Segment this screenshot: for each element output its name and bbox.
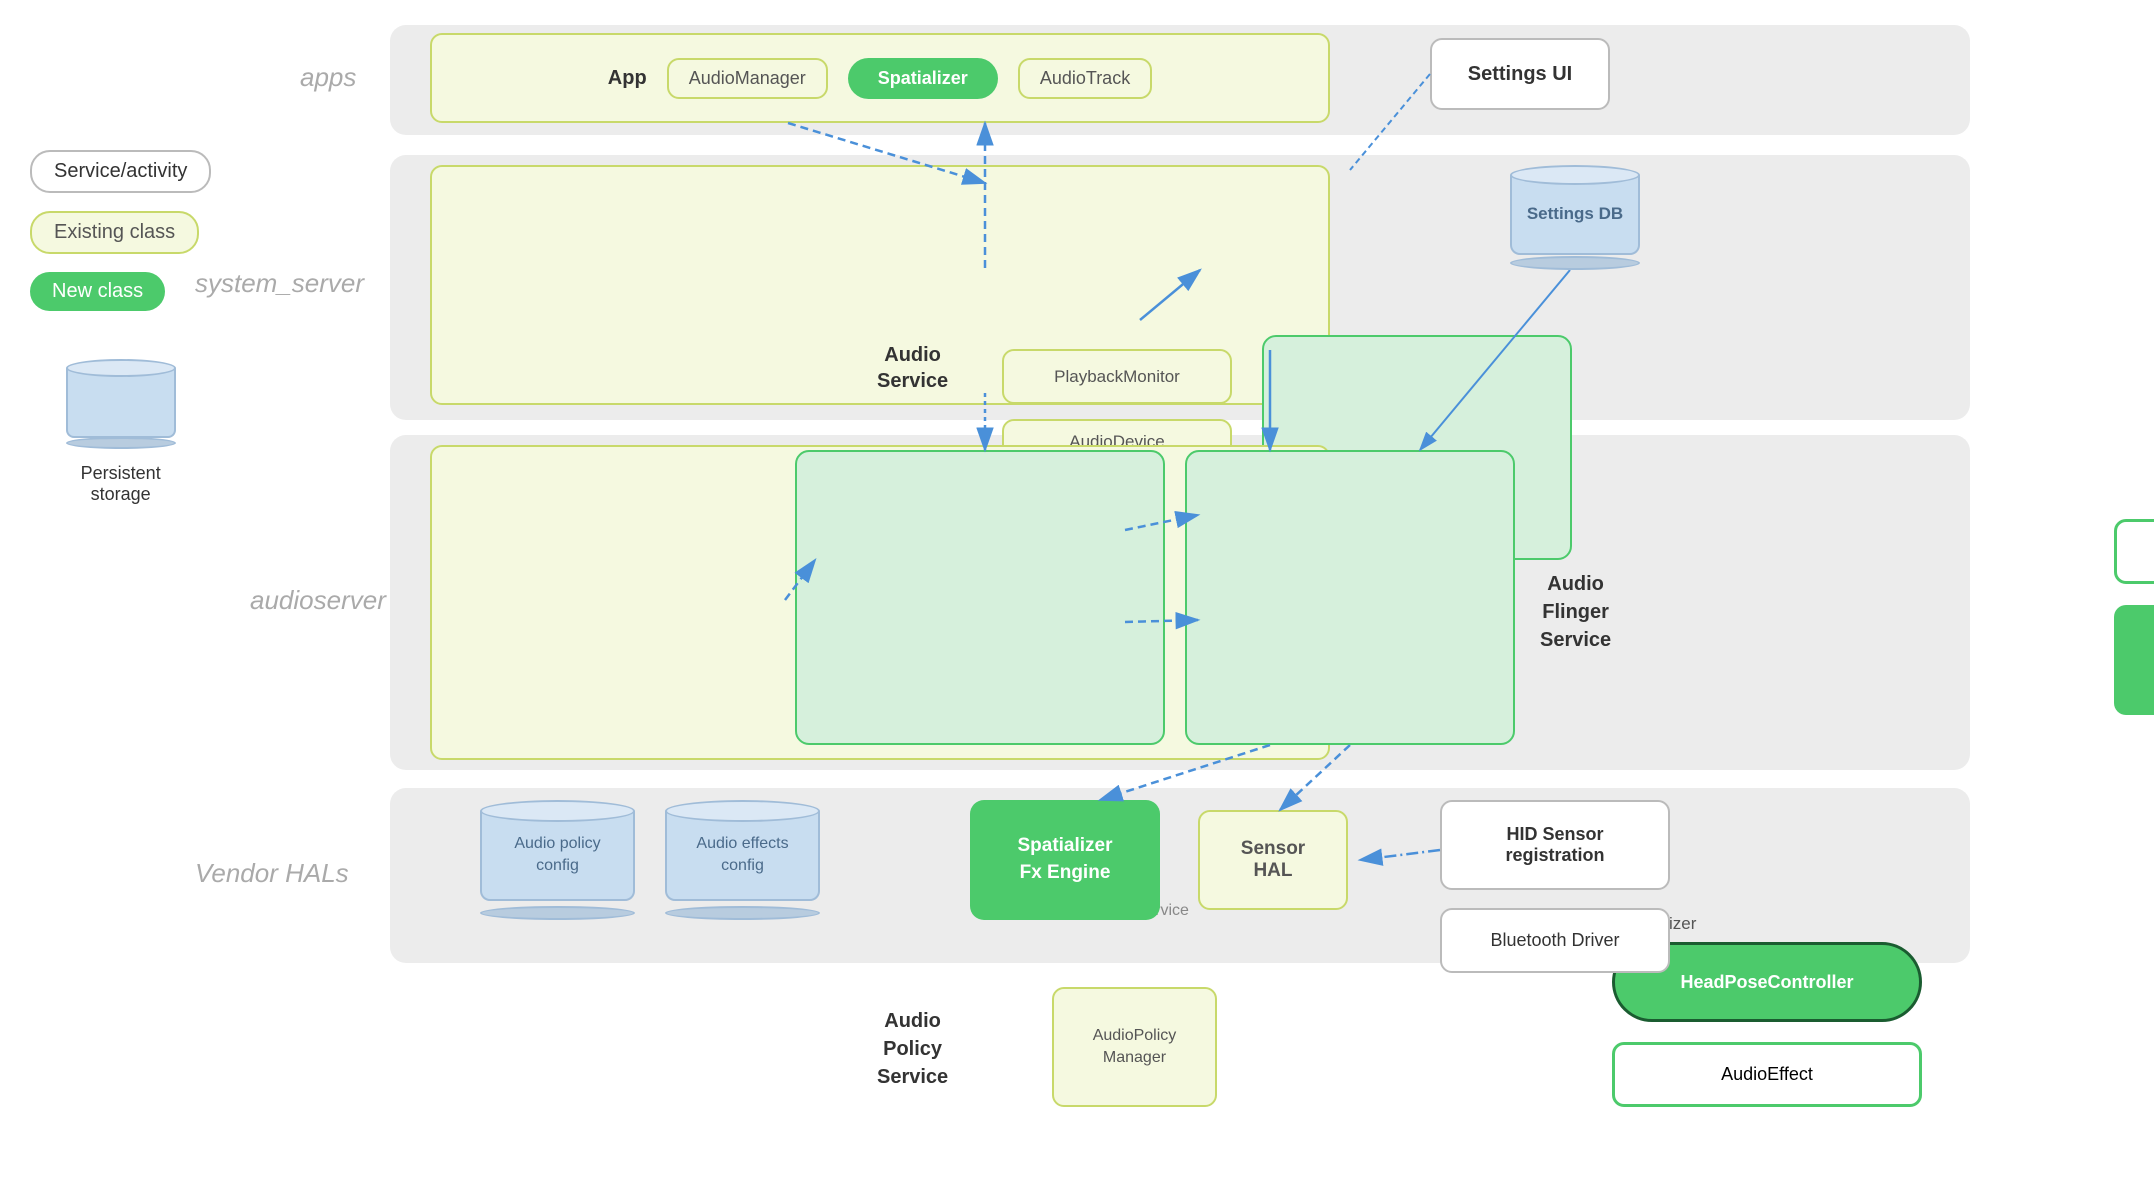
diagram: apps system_server audioserver Vendor HA… (0, 0, 2154, 998)
legend-service-activity: Service/activity (30, 150, 211, 193)
audio-service-label: AudioService (877, 342, 948, 394)
audioserver-layer-label: audioserver (250, 585, 386, 616)
audio-policy-service-label: AudioPolicyService (877, 1007, 948, 1091)
legend-new-box: New class (30, 272, 165, 311)
legend-storage-label: Persistentstorage (81, 463, 161, 505)
system-server-layer-label: system_server (195, 268, 364, 299)
audio-track-box: AudioTrack (1018, 58, 1152, 99)
audio-policy-config-cylinder: Audio policyconfig (480, 800, 635, 920)
hid-sensor-registration-box: HID Sensorregistration (1440, 800, 1670, 890)
settings-ui-box: Settings UI (1430, 38, 1610, 110)
spatializer-thread-group: SpatializerThread EffectChain (POST) Eff… (1185, 450, 1515, 745)
spatializer-audioserver-group: Spatializer HeadPoseController AudioEffe… (795, 450, 1165, 745)
audio-service-container: AudioService PlaybackMonitor AudioDevice… (430, 165, 1330, 405)
apps-container: App AudioManager Spatializer AudioTrack (430, 33, 1330, 123)
legend-new-class: New class (30, 272, 211, 311)
legend-existing-box: Existing class (30, 211, 199, 254)
audio-policy-manager-box: AudioPolicyManager (1052, 987, 1217, 1107)
legend: Service/activity Existing class New clas… (30, 150, 211, 505)
bluetooth-driver-box: Bluetooth Driver (1440, 908, 1670, 973)
spatializer-helper-box: Spatializer Helper (2114, 605, 2154, 715)
playback-monitor-box: PlaybackMonitor (1002, 349, 1232, 404)
apps-layer-label: apps (300, 62, 356, 93)
app-label: App (608, 67, 647, 90)
vendor-hals-layer-label: Vendor HALs (195, 858, 349, 889)
sensor-hal-box: SensorHAL (1198, 810, 1348, 910)
audio-manager-box: AudioManager (667, 58, 828, 99)
audio-effects-config-cylinder: Audio effectsconfig (665, 800, 820, 920)
legend-service-box: Service/activity (30, 150, 211, 193)
settings-db-cylinder: Settings DB (1510, 165, 1640, 270)
audio-effect-box: AudioEffect (1612, 1042, 1922, 1107)
spatializer-apps-box: Spatializer (848, 58, 998, 99)
audio-flinger-service-label: AudioFlingerService (1540, 570, 1611, 654)
legend-storage: Persistentstorage (30, 359, 211, 505)
spatializer-system-box: Spatializer (2114, 519, 2154, 584)
spatializer-fx-engine-box: SpatializerFx Engine (970, 800, 1160, 920)
legend-existing-class: Existing class (30, 211, 211, 254)
